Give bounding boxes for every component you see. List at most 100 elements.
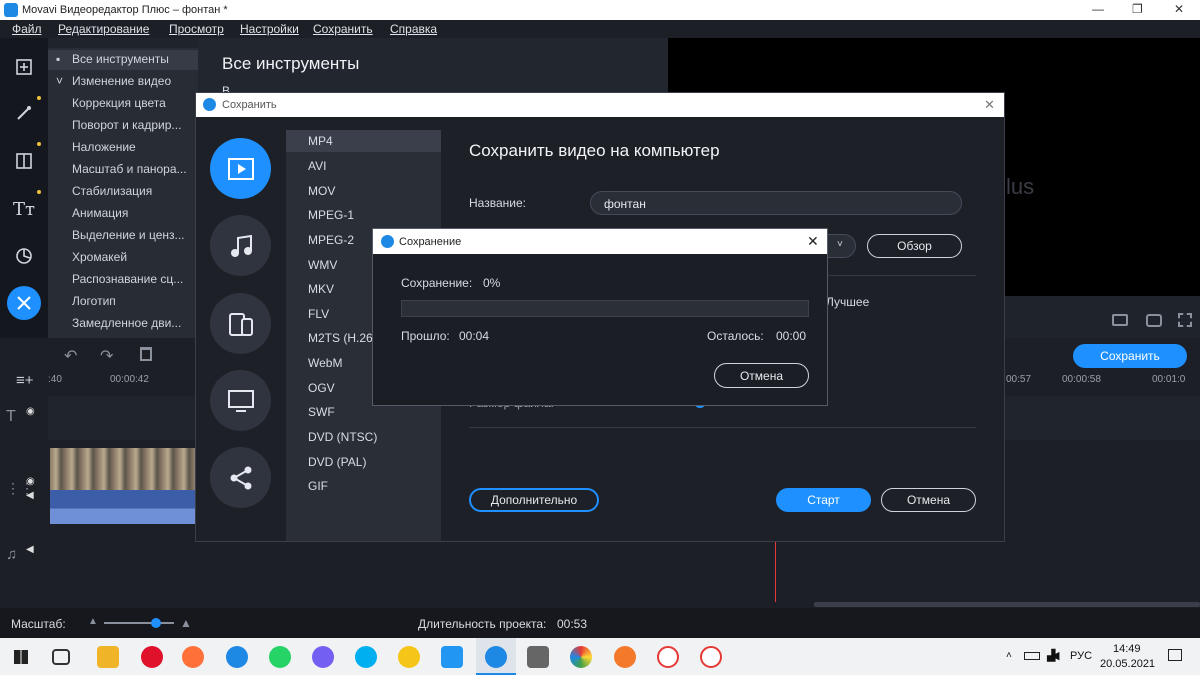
menu-help[interactable]: Справка <box>390 22 437 36</box>
close-icon[interactable]: ✕ <box>807 233 819 250</box>
tool-item[interactable]: Замедленное дви... <box>72 316 181 330</box>
windows-start-icon[interactable] <box>14 650 28 664</box>
tools-group-label[interactable]: Изменение видео <box>72 74 171 88</box>
firefox-icon[interactable] <box>182 646 204 668</box>
tool-item[interactable]: Стабилизация <box>72 184 152 198</box>
save-video-icon[interactable] <box>210 138 271 199</box>
whatsapp-icon[interactable] <box>269 646 291 668</box>
app-icon[interactable] <box>226 646 248 668</box>
battery-icon[interactable] <box>1024 652 1040 660</box>
format-item[interactable]: MOV <box>308 184 335 198</box>
timeline-scrollbar[interactable] <box>814 602 1200 607</box>
tray-up-icon[interactable]: ˄ <box>1006 650 1012 661</box>
minimize-icon[interactable]: — <box>1092 2 1104 16</box>
notifications-icon[interactable] <box>1168 649 1182 661</box>
zoom-out-icon[interactable]: ▲ <box>88 616 98 627</box>
tool-item[interactable]: Выделение и ценз... <box>72 228 185 242</box>
tool-item[interactable]: Коррекция цвета <box>72 96 166 110</box>
format-item[interactable]: GIF <box>308 479 328 493</box>
save-tv-icon[interactable] <box>210 370 271 431</box>
progress-cancel-button[interactable]: Отмена <box>714 363 809 388</box>
delete-icon[interactable] <box>140 347 152 361</box>
video-clip[interactable] <box>50 448 196 524</box>
skype-icon[interactable] <box>355 646 377 668</box>
clock-time[interactable]: 14:49 <box>1113 643 1141 655</box>
transitions-icon[interactable] <box>7 144 41 178</box>
format-item[interactable]: DVD (PAL) <box>308 455 366 469</box>
yandex-browser-icon[interactable] <box>700 646 722 668</box>
app-icon[interactable] <box>441 646 463 668</box>
titles-icon[interactable]: Tт <box>7 192 41 226</box>
expand-chevron-icon[interactable]: ˅ <box>56 74 63 88</box>
eye-icon[interactable]: ◉ <box>26 476 35 487</box>
menu-file[interactable]: Файл <box>12 22 42 36</box>
tool-item[interactable]: Логотип <box>72 294 116 308</box>
opera-icon[interactable] <box>141 646 163 668</box>
cancel-button[interactable]: Отмена <box>881 488 976 512</box>
close-icon[interactable]: ✕ <box>1174 2 1184 16</box>
eye-icon[interactable]: ◉ <box>26 406 35 417</box>
clock-date[interactable]: 20.05.2021 <box>1100 658 1155 670</box>
volume-icon[interactable] <box>1112 314 1128 326</box>
menu-edit[interactable]: Редактирование <box>58 22 149 36</box>
tool-item[interactable]: Наложение <box>72 140 136 154</box>
menu-save[interactable]: Сохранить <box>313 22 373 36</box>
fullscreen-icon[interactable] <box>1178 313 1192 327</box>
name-input[interactable]: фонтан <box>590 191 962 215</box>
volume-tray-icon[interactable]: ◀ <box>1051 649 1059 662</box>
close-icon[interactable]: ✕ <box>984 97 995 113</box>
tool-item[interactable]: Хромакей <box>72 250 127 264</box>
calendar-icon[interactable] <box>527 646 549 668</box>
save-audio-icon[interactable] <box>210 215 271 276</box>
format-item[interactable]: DVD (NTSC) <box>308 430 377 444</box>
explorer-icon[interactable] <box>97 646 119 668</box>
format-item[interactable]: MKV <box>308 282 334 296</box>
format-item[interactable]: WMV <box>308 258 337 272</box>
filters-icon[interactable] <box>7 96 41 130</box>
format-item[interactable]: FLV <box>308 307 329 321</box>
browse-button[interactable]: Обзор <box>867 234 962 258</box>
zoom-slider[interactable] <box>104 622 174 624</box>
chevron-down-icon[interactable]: ˅ <box>837 239 843 250</box>
tool-item[interactable]: Анимация <box>72 206 128 220</box>
blender-icon[interactable] <box>614 646 636 668</box>
app-icon[interactable] <box>570 646 592 668</box>
format-item-mp4[interactable]: MP4 <box>308 134 333 148</box>
tool-item[interactable]: Масштаб и панора... <box>72 162 187 176</box>
format-item[interactable]: AVI <box>308 159 326 173</box>
undo-icon[interactable]: ↶ <box>64 346 77 366</box>
zoom-slider-thumb[interactable] <box>151 618 161 628</box>
import-icon[interactable] <box>7 50 41 84</box>
format-item[interactable]: MPEG-2 <box>308 233 354 247</box>
menu-view[interactable]: Просмотр <box>169 22 224 36</box>
tools-icon[interactable] <box>7 286 41 320</box>
playhead[interactable] <box>775 540 776 602</box>
share-online-icon[interactable] <box>210 447 271 508</box>
add-track-icon[interactable]: ≡+ <box>16 372 34 389</box>
viber-icon[interactable] <box>312 646 334 668</box>
zoom-in-icon[interactable]: ▲ <box>180 616 192 630</box>
input-language[interactable]: РУС <box>1070 650 1092 662</box>
advanced-button[interactable]: Дополнительно <box>469 488 599 512</box>
speaker-icon[interactable]: ◀ <box>26 490 34 501</box>
save-device-icon[interactable] <box>210 293 271 354</box>
format-item[interactable]: OGV <box>308 381 335 395</box>
timeline-save-button[interactable]: Сохранить <box>1073 344 1187 368</box>
tool-item[interactable]: Распознавание сц... <box>72 272 183 286</box>
menu-settings[interactable]: Настройки <box>240 22 299 36</box>
format-item[interactable]: SWF <box>308 405 335 419</box>
movavi-icon[interactable] <box>485 646 507 668</box>
tool-item[interactable]: Поворот и кадрир... <box>72 118 181 132</box>
app-icon[interactable] <box>398 646 420 668</box>
task-view-icon[interactable] <box>52 649 70 665</box>
start-button[interactable]: Старт <box>776 488 871 512</box>
redo-icon[interactable]: ↷ <box>100 346 113 366</box>
snapshot-icon[interactable] <box>1146 314 1162 327</box>
filters-new-dot <box>37 96 41 100</box>
restore-icon[interactable]: ❐ <box>1132 2 1143 16</box>
format-item[interactable]: WebM <box>308 356 342 370</box>
format-item[interactable]: MPEG-1 <box>308 208 354 222</box>
stickers-icon[interactable] <box>7 239 41 273</box>
yandex-icon[interactable] <box>657 646 679 668</box>
speaker-icon[interactable]: ◀ <box>26 544 34 555</box>
